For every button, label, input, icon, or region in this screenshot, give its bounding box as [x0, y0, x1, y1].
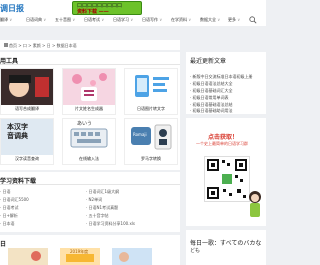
tool-tile-input-method[interactable]: あいう 在线输入法 [62, 118, 116, 165]
tool-image [125, 69, 177, 105]
nav-item-exam[interactable]: 日语考试 ∨ [84, 17, 104, 23]
bottom-title: 日 [0, 241, 7, 248]
tool-label: 汉字读音查询 [15, 156, 39, 161]
latest-item[interactable]: · 新版中日交流标准日本语初级上册 [190, 74, 253, 80]
page: 调日报 口口口口口口口口口 资料下载 —— 翻译 ∨ 日语词典 ∨ 五十音图 ∨… [0, 0, 266, 265]
article-thumb[interactable] [112, 248, 152, 265]
nav-item-data[interactable]: 数据大全 ∨ [200, 17, 220, 23]
thumb-label: 2019年度 [70, 249, 89, 254]
latest-item[interactable]: · 初级日语基础词汇大全 [190, 88, 233, 94]
qr-subtitle: 一个史上最简单的日语学习群 [196, 141, 248, 146]
nav-item-study[interactable]: 日语学习 ∨ [113, 17, 133, 23]
download-link[interactable]: · 日语学习资料分享100.xls [86, 221, 135, 227]
daily-title[interactable]: 每日一歌：すべてのバカな [190, 238, 261, 247]
tool-label: 日语图片转文字 [137, 106, 165, 111]
divider [0, 64, 180, 65]
article-thumb[interactable]: 2019年度 [60, 248, 100, 265]
tool-image: 本汉字 音调典 [1, 119, 53, 155]
tool-image: あいう [63, 119, 115, 155]
tool-tile-tts[interactable]: 语写合成翻译 [0, 68, 54, 115]
tool-image: Romaji [125, 119, 177, 155]
tool-image-text: 本汉字 音调典 [7, 123, 28, 140]
nav-item-materials[interactable]: 在学资料 ∨ [171, 17, 191, 23]
tool-image-text: Romaji [133, 132, 147, 137]
nav-item-translate[interactable]: 翻译 ∨ [0, 17, 12, 23]
download-link[interactable]: · 日+解析 [0, 213, 18, 219]
main-nav: 翻译 ∨ 日语词典 ∨ 五十音图 ∨ 日语考试 ∨ 日语学习 ∨ 日语写作 ∨ … [0, 17, 266, 26]
download-link[interactable]: · 日语词汇5500 [0, 197, 29, 203]
latest-title: 最近更新文章 [190, 58, 227, 65]
latest-item[interactable]: · 初级日语基础助词用法 [190, 108, 233, 114]
qr-title: 点击获取！ [208, 134, 239, 141]
tool-label: 罗马字转换 [141, 156, 161, 161]
download-link[interactable]: · 五十音字帖 [86, 213, 109, 219]
download-link[interactable]: · 日语考试 [0, 205, 19, 211]
nav-item-dictionary[interactable]: 日语词典 ∨ [26, 17, 46, 23]
download-link[interactable]: · N2单词 [86, 197, 102, 203]
tool-image [1, 69, 53, 105]
search-icon[interactable] [249, 16, 257, 24]
tool-tile-name-generator[interactable]: 片文姓名生成器 [62, 68, 116, 115]
qr-code[interactable] [204, 156, 250, 202]
download-link[interactable]: · 日语词汇1级大纲 [86, 189, 119, 195]
download-link[interactable]: · 日本语 [0, 221, 15, 227]
top-bar: 调日报 口口口口口口口口口 资料下载 —— 翻译 ∨ 日语词典 ∨ 五十音图 ∨… [0, 0, 266, 26]
tool-image-text: あいう [77, 121, 93, 127]
nav-item-writing[interactable]: 日语写作 ∨ [142, 17, 162, 23]
latest-item[interactable]: · 初级日语语法总结大全 [190, 81, 233, 87]
site-logo[interactable]: 调日报 [0, 3, 24, 14]
download-link[interactable]: · 日语 [0, 189, 11, 195]
divider [0, 184, 180, 185]
home-icon[interactable] [4, 43, 8, 47]
nav-item-more[interactable]: 更多 ∨ [228, 17, 240, 23]
tool-image [63, 69, 115, 105]
tool-tile-romaji[interactable]: Romaji 罗马字转换 [124, 118, 178, 165]
banner-line-2: 资料下载 —— [77, 9, 109, 15]
latest-item[interactable]: · 初级日语常用单词表 [190, 95, 229, 101]
breadcrumb: 首页 > 口 > 素颜 > 日 > 数据日本语 [0, 40, 180, 50]
top-banner[interactable]: 口口口口口口口口口 资料下载 —— [72, 1, 142, 15]
nav-item-kana[interactable]: 五十音图 ∨ [55, 17, 75, 23]
tool-tile-image-ocr[interactable]: 日语图片转文字 [124, 68, 178, 115]
tool-label: 在线输入法 [79, 156, 99, 161]
tool-label: 语写合成翻译 [15, 106, 39, 111]
mascot-illustration [249, 191, 261, 217]
article-thumb[interactable] [8, 248, 48, 265]
tool-tile-kanji-reading[interactable]: 本汉字 音调典 汉字读音查询 [0, 118, 54, 165]
tool-label: 片文姓名生成器 [75, 106, 103, 111]
daily-text: ども [190, 248, 201, 254]
download-link[interactable]: · 日语N1考试真题 [86, 205, 118, 211]
